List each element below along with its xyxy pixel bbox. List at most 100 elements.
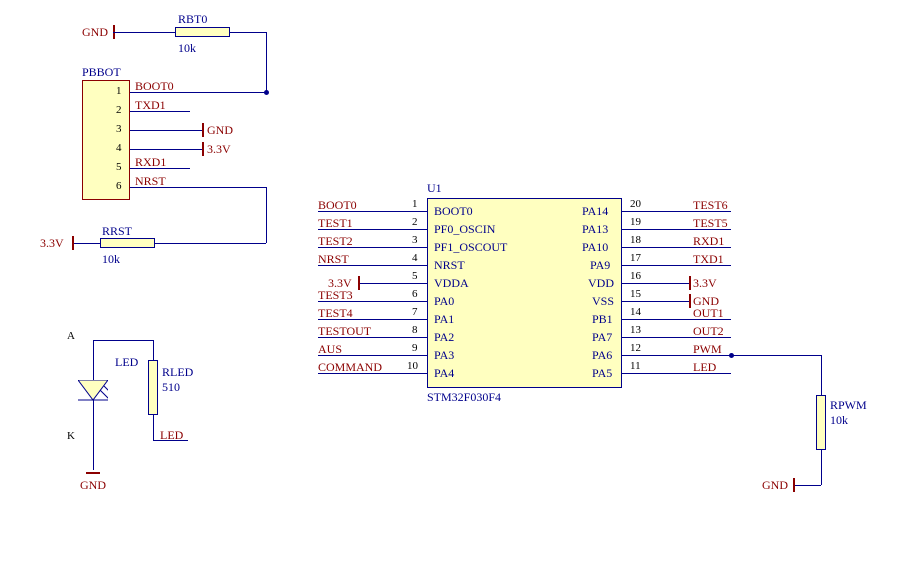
gnd-label: GND (80, 478, 106, 493)
wire (821, 450, 822, 485)
wire (622, 337, 667, 338)
wire (266, 32, 267, 92)
net-boot0: BOOT0 (135, 79, 174, 94)
wire (622, 229, 667, 230)
wire (667, 301, 689, 302)
gnd-symbol-bar (202, 123, 204, 137)
pin-num: 6 (412, 288, 418, 300)
wire (190, 130, 202, 131)
gnd-symbol-bar (793, 478, 795, 492)
pbbot-pin-4: 4 (116, 142, 122, 154)
pin-name: PF0_OSCIN (434, 222, 495, 237)
power-symbol-bar (202, 142, 204, 156)
net-led: LED (160, 428, 183, 443)
pin-num: 12 (630, 342, 641, 354)
net-nrst: NRST (135, 174, 166, 189)
wire (230, 32, 266, 33)
wire (153, 340, 154, 360)
wire (622, 265, 667, 266)
resistor-rbt0 (175, 27, 230, 37)
gnd-symbol-bar (689, 294, 691, 308)
pin-num: 5 (412, 270, 418, 282)
wire (360, 283, 382, 284)
net-label: TXD1 (693, 252, 724, 267)
pin-name: PF1_OSCOUT (434, 240, 507, 255)
net-label: OUT1 (693, 306, 724, 321)
pin-num: 11 (630, 360, 641, 372)
net-label: AUS (318, 342, 342, 357)
net-label: TEST2 (318, 234, 353, 249)
pin-num: 20 (630, 198, 641, 210)
wire (135, 32, 175, 33)
power-symbol-bar (72, 236, 74, 250)
pin-name: PA6 (592, 348, 612, 363)
net-label: TEST3 (318, 288, 353, 303)
net-label: TEST1 (318, 216, 353, 231)
pin-num: 18 (630, 234, 641, 246)
wire (382, 301, 427, 302)
pin-name: PA4 (434, 366, 454, 381)
led-anode: A (67, 330, 75, 342)
resistor-rrst (100, 238, 155, 248)
pin-name: PA10 (582, 240, 608, 255)
gnd-label: GND (82, 25, 108, 40)
gnd-symbol-bar (86, 472, 100, 474)
wire (382, 229, 427, 230)
pin-name: VSS (592, 294, 614, 309)
pin-num: 1 (412, 198, 418, 210)
pbbot-pin-5: 5 (116, 161, 122, 173)
pin-name: PA9 (590, 258, 610, 273)
u1-part: STM32F030F4 (427, 390, 501, 405)
pin-num: 17 (630, 252, 641, 264)
pbbot-pin-3: 3 (116, 123, 122, 135)
pin-num: 2 (412, 216, 418, 228)
rbt0-value: 10k (178, 41, 196, 56)
wire (667, 283, 689, 284)
net-label: TEST4 (318, 306, 353, 321)
pin-num: 19 (630, 216, 641, 228)
wire (113, 32, 135, 33)
wire (382, 319, 427, 320)
wire (622, 283, 667, 284)
resistor-rled (148, 360, 158, 415)
wire (382, 211, 427, 212)
net-label: TEST5 (693, 216, 728, 231)
wire (382, 355, 427, 356)
rpwm-name: RPWM (830, 398, 867, 413)
wire (622, 373, 667, 374)
led-cathode: K (67, 430, 75, 442)
net-label: LED (693, 360, 716, 375)
pin-name: PA7 (592, 330, 612, 345)
rbt0-name: RBT0 (178, 12, 207, 27)
pin-name: VDD (588, 276, 614, 291)
pbbot-pin-6: 6 (116, 180, 122, 192)
pin-num: 9 (412, 342, 418, 354)
wire (93, 340, 94, 380)
wire (93, 340, 153, 341)
pin-name: PB1 (592, 312, 613, 327)
rpwm-value: 10k (830, 413, 848, 428)
pin-num: 13 (630, 324, 641, 336)
pbbot-name: PBBOT (82, 65, 121, 80)
pin-num: 14 (630, 306, 641, 318)
pin-name: PA5 (592, 366, 612, 381)
wire (266, 187, 267, 243)
v33-label: 3.3V (207, 142, 231, 157)
pin-num: 4 (412, 252, 418, 264)
wire (795, 485, 821, 486)
net-label: TESTOUT (318, 324, 371, 339)
wire (382, 247, 427, 248)
net-label: BOOT0 (318, 198, 357, 213)
pin-num: 7 (412, 306, 418, 318)
wire (382, 373, 427, 374)
pin-name: PA0 (434, 294, 454, 309)
rled-name: RLED (162, 365, 193, 380)
rled-value: 510 (162, 380, 180, 395)
net-rxd1: RXD1 (135, 155, 166, 170)
wire (155, 243, 266, 244)
gnd-label: GND (207, 123, 233, 138)
junction-dot (729, 353, 734, 358)
pin-name: VDDA (434, 276, 469, 291)
pin-num: 16 (630, 270, 641, 282)
led-name: LED (115, 355, 138, 370)
